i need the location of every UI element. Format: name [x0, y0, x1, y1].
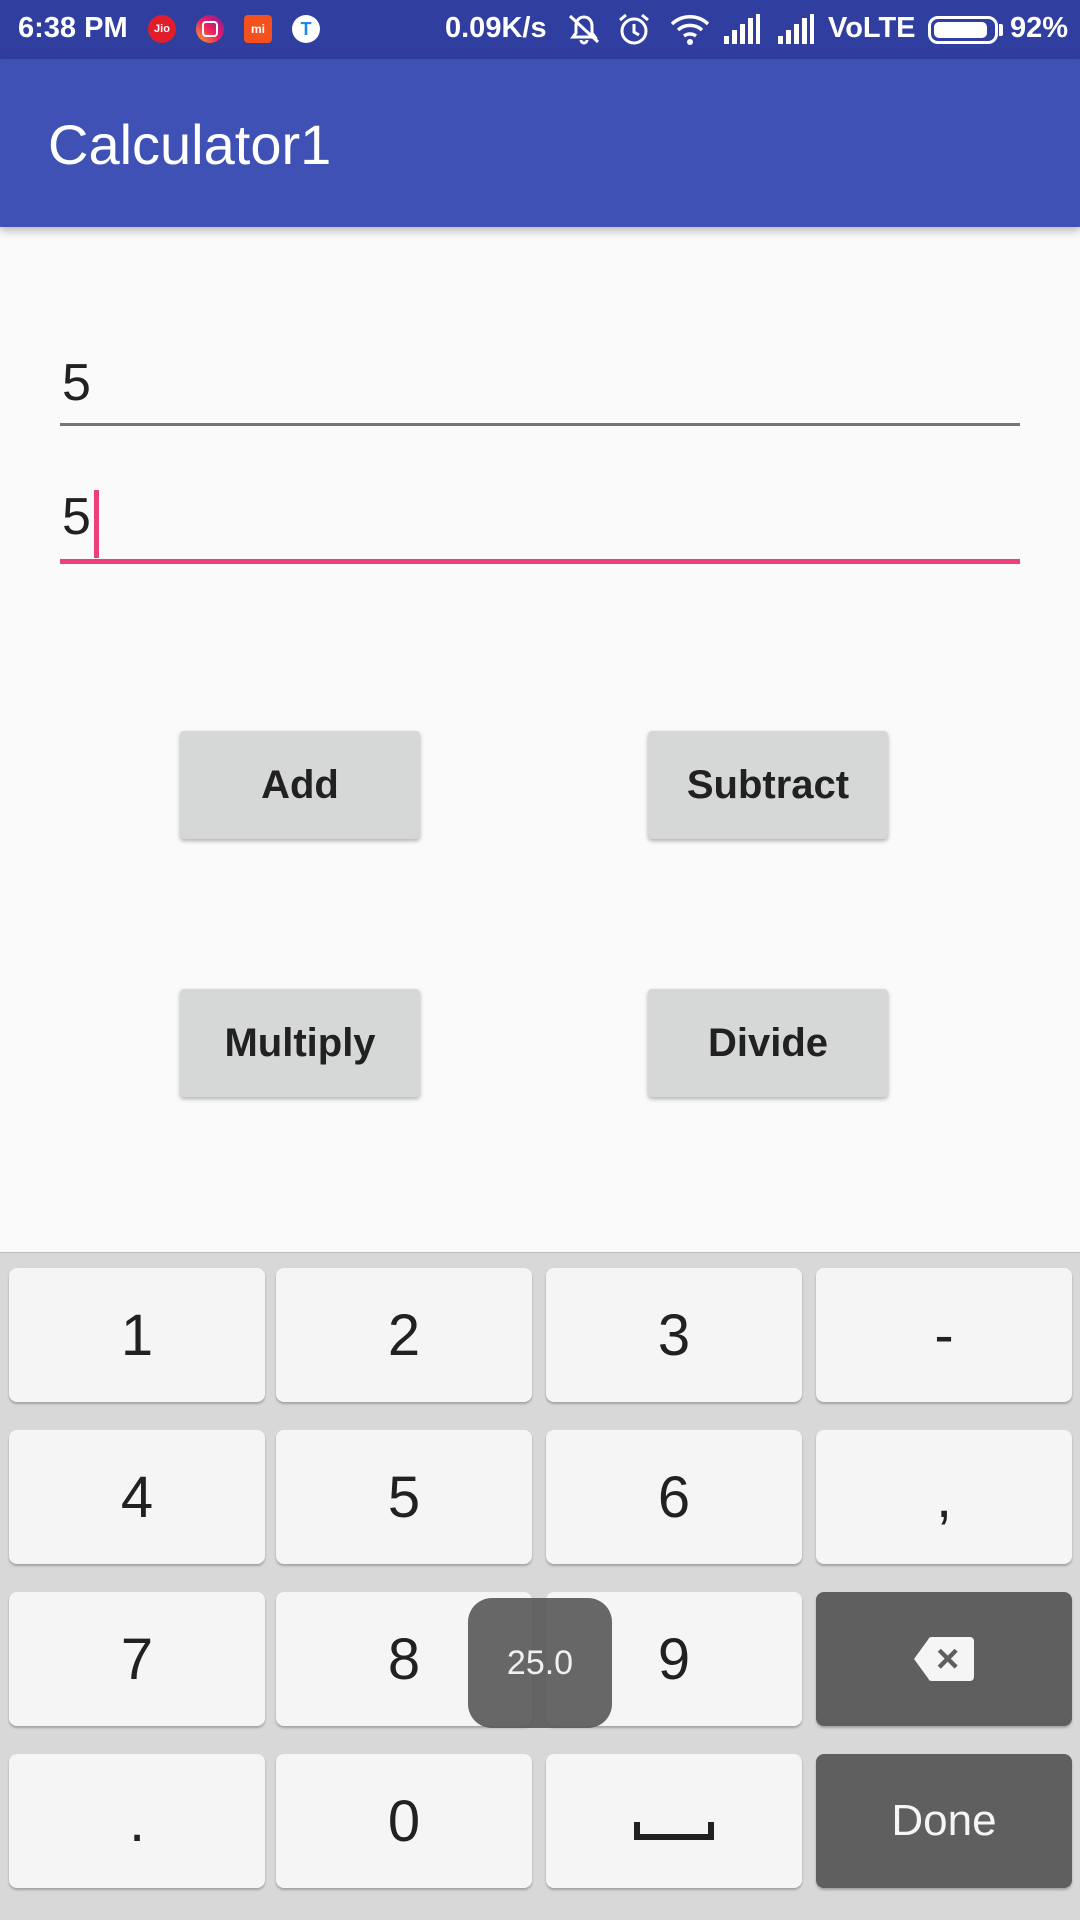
mute-bell-icon [568, 14, 600, 45]
second-input-underline [60, 559, 1020, 564]
key-1[interactable]: 1 [9, 1268, 265, 1402]
key-0[interactable]: 0 [276, 1754, 532, 1888]
alarm-icon [619, 13, 649, 45]
battery-tip [999, 24, 1003, 36]
truecaller-icon: T [292, 15, 320, 43]
first-number-input[interactable]: 5 [60, 353, 1020, 426]
done-key[interactable]: Done [816, 1754, 1072, 1888]
multiply-button[interactable]: Multiply [180, 989, 420, 1097]
second-number-input[interactable]: 5 [60, 487, 1020, 564]
add-button[interactable]: Add [180, 731, 420, 839]
space-bar-icon [634, 1822, 714, 1840]
instagram-icon [196, 15, 224, 43]
subtract-button[interactable]: Subtract [648, 731, 888, 839]
text-cursor [93, 490, 99, 558]
status-time: 6:38 PM [18, 12, 128, 44]
backspace-key[interactable]: × [816, 1592, 1072, 1726]
mi-icon: mi [244, 15, 272, 43]
key-dot[interactable]: . [9, 1754, 265, 1888]
battery-percent: 92% [1010, 12, 1069, 44]
signal-icon-sim1 [724, 14, 760, 44]
key-4[interactable]: 4 [9, 1430, 265, 1564]
battery-icon [928, 16, 998, 44]
key-3[interactable]: 3 [546, 1268, 802, 1402]
numeric-keyboard: 1 2 3 - 4 5 6 , 7 8 9 × . 0 Done [0, 1252, 1080, 1920]
key-5[interactable]: 5 [276, 1430, 532, 1564]
wifi-icon [670, 15, 710, 45]
second-number-text: 5 [62, 488, 91, 546]
first-number-value: 5 [62, 354, 91, 412]
signal-icon-sim2 [778, 14, 814, 44]
key-minus[interactable]: - [816, 1268, 1072, 1402]
second-number-value: 5 [60, 487, 99, 558]
key-comma[interactable]: , [816, 1430, 1072, 1564]
jio-icon: Jio [148, 15, 176, 43]
app-title: Calculator1 [48, 113, 332, 176]
volte-label: VoLTE [828, 12, 916, 44]
space-key[interactable] [546, 1754, 802, 1888]
first-input-underline [60, 423, 1020, 426]
status-bar: 6:38 PM Jio mi T 0.09K/s VoLTE 92% [0, 0, 1080, 59]
network-speed: 0.09K/s [445, 12, 547, 44]
key-2[interactable]: 2 [276, 1268, 532, 1402]
result-toast: 25.0 [468, 1598, 612, 1728]
key-6[interactable]: 6 [546, 1430, 802, 1564]
key-7[interactable]: 7 [9, 1592, 265, 1726]
backspace-icon: × [914, 1637, 974, 1681]
divide-button[interactable]: Divide [648, 989, 888, 1097]
app-bar: Calculator1 [0, 59, 1080, 227]
